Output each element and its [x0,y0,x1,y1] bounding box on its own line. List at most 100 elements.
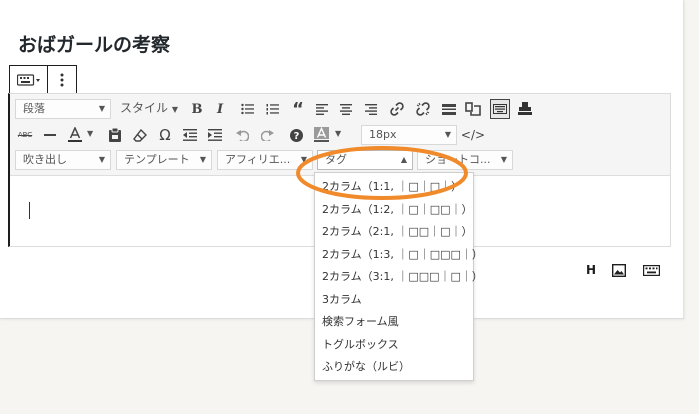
toolbar-toggle-button[interactable] [490,99,510,119]
remove-link-button[interactable] [413,99,433,119]
editor-toolbar: 段落 ▼ スタイル ▼ B I “ ABC ▼ Ω ? ▼ 18px ▼ </>… [10,94,670,176]
menu-item-2col-2-1[interactable]: 2カラム（2:1, ｜□□｜□｜） [315,221,473,244]
caret-down-icon: ▼ [98,155,105,164]
numbered-list-button[interactable] [262,99,282,119]
image-button[interactable] [611,262,627,278]
bold-icon: B [191,101,203,117]
affiliate-select-value: アフィリエ... [225,153,291,166]
bold-button[interactable]: B [187,99,207,119]
speech-bubble-select[interactable]: 吹き出し ▼ [15,150,111,170]
caret-down-icon: ▼ [500,155,507,164]
text-color-button[interactable] [65,125,85,145]
insert-element-icon [465,102,481,116]
heading-button[interactable]: H [583,262,599,278]
horizontal-line-button[interactable] [40,125,60,145]
clipboard-icon [109,128,121,142]
menu-item-2col-3-1[interactable]: 2カラム（3:1, ｜□□□｜□｜） [315,266,483,289]
caret-down-icon: ▼ [444,130,451,139]
keyboard-switch-button[interactable] [10,66,48,93]
background-color-button[interactable] [311,125,331,145]
menu-item-3col[interactable]: 3カラム [315,289,473,312]
strikethrough-button[interactable]: ABC [15,125,35,145]
indent-button[interactable] [205,125,225,145]
horizontal-line-icon [44,134,56,136]
bullet-list-button[interactable] [237,99,257,119]
omega-icon: Ω [159,126,171,144]
tag-select[interactable]: タグ ▲ [317,150,413,170]
align-left-icon [316,103,328,115]
paste-text-button[interactable] [105,125,125,145]
undo-button[interactable] [232,125,252,145]
caret-down-icon: ▼ [300,155,307,164]
background-color-icon [313,127,329,142]
align-right-button[interactable] [361,99,381,119]
undo-icon [235,130,249,141]
caret-down-icon[interactable]: ▼ [335,129,341,138]
caret-down-icon: ▼ [98,104,105,113]
text-color-icon [68,127,82,142]
template-select[interactable]: テンプレート ▼ [116,150,212,170]
shortcode-select[interactable]: ショートコ... ▼ [417,150,513,170]
bullet-list-icon [240,103,254,115]
font-size-select[interactable]: 18px ▼ [361,125,457,145]
read-more-icon [442,103,456,115]
insert-link-button[interactable] [387,99,407,119]
clear-formatting-button[interactable] [130,125,150,145]
menu-item-2col-1-3[interactable]: 2カラム（1:3, ｜□｜□□□｜） [315,244,483,267]
keyboard-button[interactable] [642,262,660,278]
block-toolbar [9,65,77,94]
italic-button[interactable]: I [210,99,230,119]
image-icon [612,263,626,277]
align-center-icon [340,103,352,115]
blockquote-button[interactable]: “ [288,98,308,120]
font-size-value: 18px [369,128,397,141]
caret-down-icon[interactable]: ▼ [87,129,93,138]
speech-bubble-select-value: 吹き出し [23,153,67,166]
special-character-button[interactable]: Ω [155,125,175,145]
caret-down-icon: ▼ [199,155,206,164]
code-button[interactable]: </> [461,125,485,145]
menu-item-2col-1-2[interactable]: 2カラム（1:2, ｜□｜□□｜） [315,199,473,222]
more-options-button[interactable] [48,66,76,93]
shortcode-select-value: ショートコ... [425,153,491,166]
numbered-list-icon [266,104,279,115]
tag-select-value: タグ [325,153,347,166]
eraser-icon [133,128,147,142]
tag-dropdown-menu: 2カラム（1:1, ｜□｜□｜） 2カラム（1:2, ｜□｜□□｜） 2カラム（… [314,172,483,381]
help-button[interactable]: ? [286,125,306,145]
custom-stamp-button[interactable] [515,99,535,119]
text-cursor [29,202,30,219]
menu-item-search-form[interactable]: 検索フォーム風 [315,311,473,334]
italic-icon: I [216,101,224,117]
outdent-button[interactable] [180,125,200,145]
quote-icon: “ [292,98,304,120]
paragraph-select[interactable]: 段落 ▼ [15,99,111,119]
strikethrough-icon: ABC [17,131,33,139]
outdent-icon [183,129,197,141]
align-right-icon [365,103,377,115]
svg-text:?: ? [293,131,299,142]
keyboard-icon [16,73,40,86]
help-icon: ? [289,128,303,142]
indent-icon [208,129,222,141]
link-icon [390,102,404,116]
menu-item-furigana[interactable]: ふりがな（ルビ） [315,356,473,379]
keyboard-icon [493,104,507,114]
align-center-button[interactable] [336,99,356,119]
affiliate-select[interactable]: アフィリエ... ▼ [217,150,313,170]
stamp-icon [518,102,532,115]
align-left-button[interactable] [312,99,332,119]
read-more-button[interactable] [439,99,459,119]
menu-item-2col-1-1[interactable]: 2カラム（1:1, ｜□｜□｜） [315,176,473,199]
insert-element-button[interactable] [463,99,483,119]
style-dropdown-label: スタイル [120,101,169,115]
keyboard-icon [642,264,660,276]
redo-icon [260,130,274,141]
menu-item-toggle-box[interactable]: トグルボックス [315,334,473,357]
unlink-icon [416,102,430,116]
redo-button[interactable] [257,125,277,145]
more-vertical-icon [60,73,64,86]
paragraph-select-value: 段落 [23,102,45,115]
heading-icon: H [585,263,597,277]
style-dropdown[interactable]: スタイル ▼ [120,99,178,116]
